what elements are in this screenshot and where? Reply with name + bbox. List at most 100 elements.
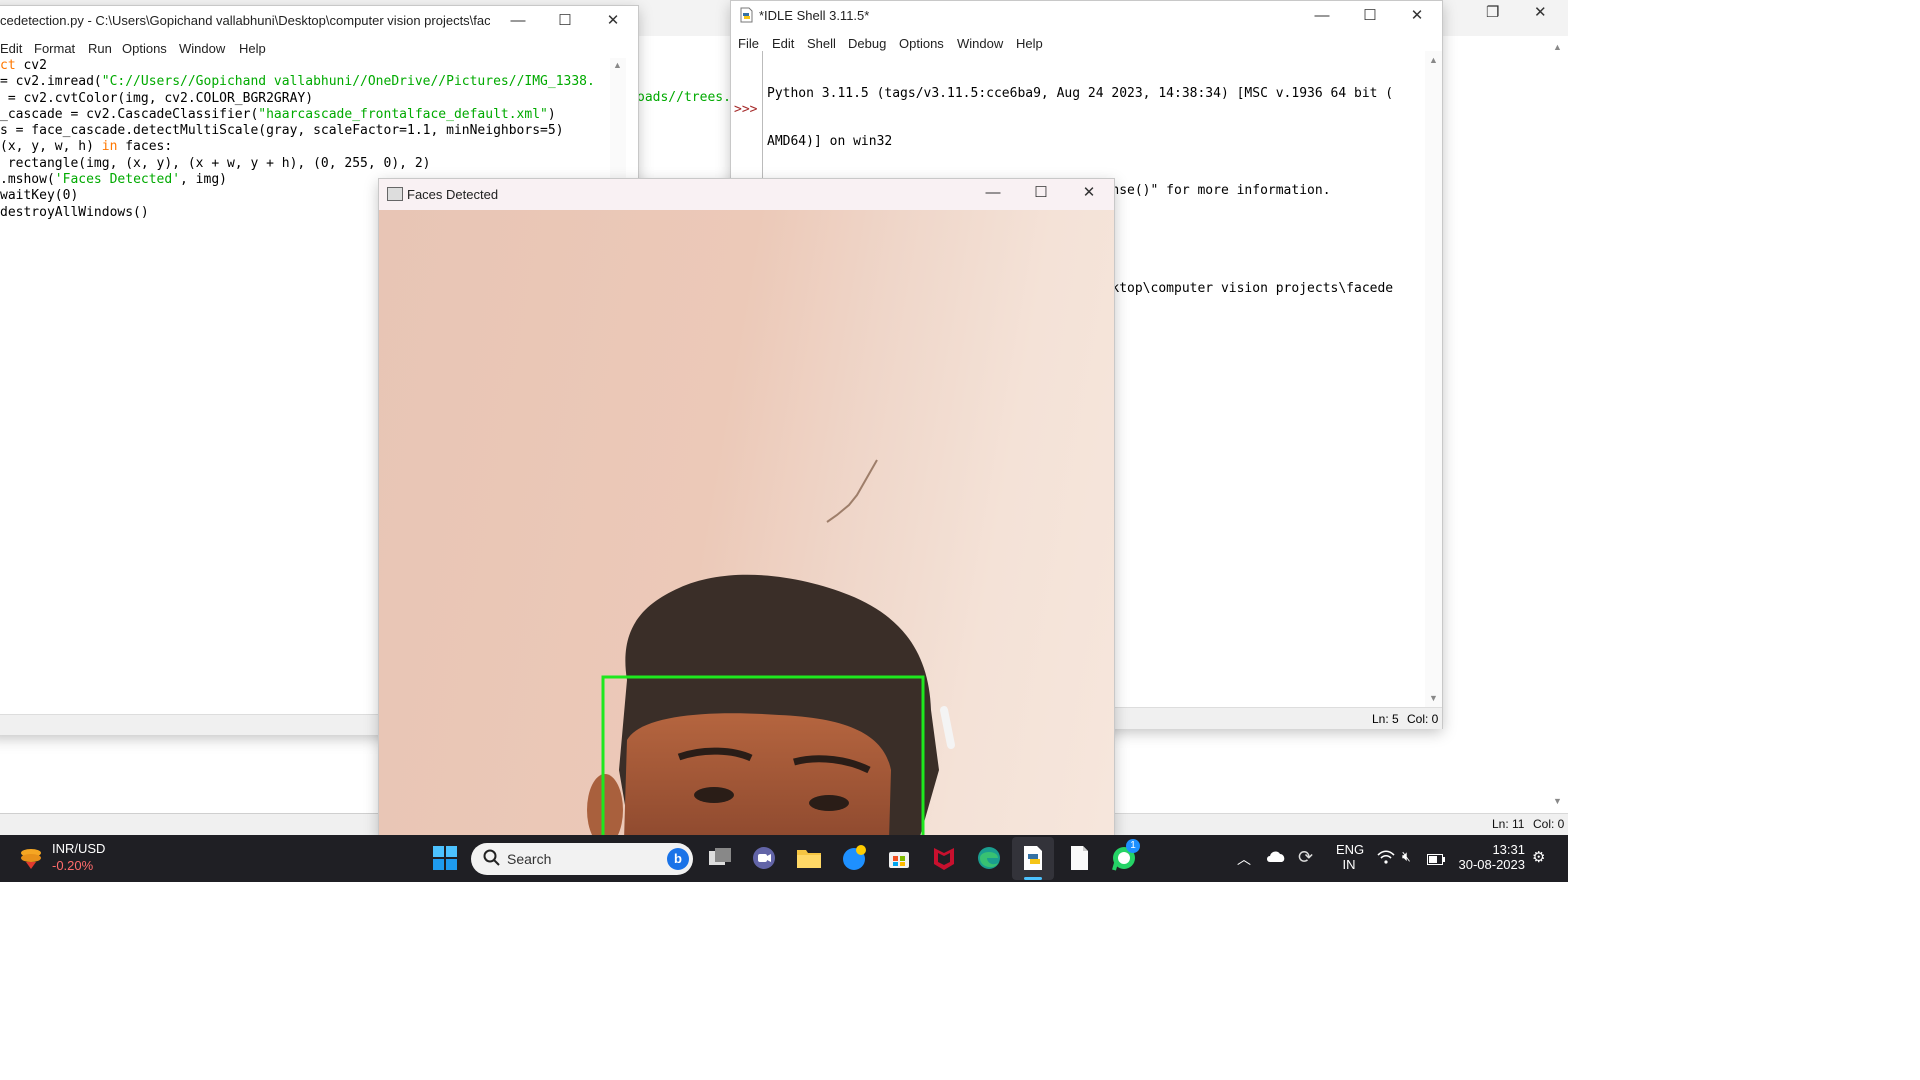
minimize-icon[interactable]: — bbox=[1309, 5, 1335, 27]
window-title: cedetection.py - C:\Users\Gopichand vall… bbox=[0, 13, 490, 28]
active-indicator bbox=[1024, 877, 1042, 880]
code-line: _cascade = cv2.CascadeClassifier("haarca… bbox=[0, 107, 610, 123]
search-icon bbox=[483, 849, 501, 872]
code-token: , img) bbox=[180, 172, 227, 188]
volume-muted-icon[interactable]: 🔇︎ bbox=[1402, 848, 1411, 865]
background-scrollbar[interactable]: ▲ ▼ bbox=[1549, 40, 1568, 810]
code-line: s = face_cascade.detectMultiScale(gray, … bbox=[0, 123, 610, 139]
menu-options[interactable]: Options bbox=[122, 41, 167, 56]
code-token: = cv2.cvtColor(img, cv2.COLOR_BGR2GRAY) bbox=[0, 90, 314, 106]
menu-edit[interactable]: Edit bbox=[0, 41, 22, 56]
notification-badge: 1 bbox=[1126, 839, 1140, 853]
scroll-up-icon[interactable]: ▲ bbox=[1429, 55, 1438, 65]
close-icon[interactable]: ✕ bbox=[1534, 3, 1547, 21]
region-code: IN bbox=[1342, 857, 1356, 872]
wifi-icon[interactable] bbox=[1377, 850, 1395, 869]
task-view-icon[interactable] bbox=[706, 844, 734, 872]
code-token: s = face_cascade.detectMultiScale(gray, … bbox=[0, 123, 564, 139]
close-icon[interactable]: ✕ bbox=[600, 10, 626, 32]
code-line: = cv2.cvtColor(img, cv2.COLOR_BGR2GRAY) bbox=[0, 91, 610, 107]
teams-icon[interactable] bbox=[750, 844, 778, 872]
code-token: faces: bbox=[117, 139, 173, 155]
window-title: Faces Detected bbox=[407, 187, 499, 202]
menu-format[interactable]: Format bbox=[34, 41, 75, 56]
scroll-down-icon[interactable]: ▼ bbox=[1553, 796, 1562, 806]
python-icon bbox=[738, 7, 754, 23]
scroll-up-icon[interactable]: ▲ bbox=[1553, 42, 1562, 52]
partial-line bbox=[637, 138, 737, 154]
code-line: ct cv2 bbox=[0, 58, 610, 74]
shell-prompt: >>> bbox=[734, 102, 758, 117]
menu-shell[interactable]: Shell bbox=[807, 36, 836, 51]
shell-scrollbar[interactable]: ▲ ▼ bbox=[1425, 51, 1442, 707]
minimize-icon[interactable]: — bbox=[505, 10, 531, 32]
menu-window[interactable]: Window bbox=[957, 36, 1003, 51]
notepad-icon[interactable] bbox=[1065, 844, 1093, 872]
code-token: destroyAllWindows() bbox=[0, 204, 149, 220]
shell-menubar: File Edit Shell Debug Options Window Hel… bbox=[731, 33, 1442, 55]
menu-file[interactable]: File bbox=[738, 36, 759, 51]
start-icon[interactable] bbox=[431, 844, 459, 872]
menu-debug[interactable]: Debug bbox=[848, 36, 886, 51]
language-indicator[interactable]: ENG IN bbox=[1336, 842, 1365, 872]
column-indicator: Col: 0 bbox=[1407, 712, 1439, 726]
close-icon[interactable]: ✕ bbox=[1076, 182, 1102, 204]
partial-line: oads//trees. bbox=[637, 89, 731, 105]
code-token: = cv2.imread( bbox=[0, 74, 102, 90]
faces-titlebar[interactable]: Faces Detected — ☐ ✕ bbox=[379, 179, 1114, 210]
maximize-icon[interactable]: ☐ bbox=[1357, 5, 1383, 27]
faces-detected-window[interactable]: Faces Detected — ☐ ✕ bbox=[379, 179, 1114, 839]
background-panel bbox=[0, 734, 380, 814]
chevron-up-icon[interactable]: ︿ bbox=[1237, 849, 1251, 869]
bing-icon[interactable]: b bbox=[667, 848, 689, 870]
app-window-icon bbox=[387, 187, 403, 201]
search-box[interactable]: Search b bbox=[471, 843, 693, 875]
edge-icon[interactable] bbox=[975, 844, 1003, 872]
code-token: 'Faces Detected' bbox=[54, 172, 181, 188]
scroll-down-icon[interactable]: ▼ bbox=[1429, 693, 1438, 703]
maximize-icon[interactable]: ☐ bbox=[552, 10, 578, 32]
code-token: cv2 bbox=[15, 58, 47, 73]
menu-help[interactable]: Help bbox=[1016, 36, 1043, 51]
search-placeholder: Search bbox=[507, 851, 552, 867]
editor-menubar: Edit Format Run Options Window Help bbox=[0, 38, 638, 60]
close-icon[interactable]: ✕ bbox=[1404, 5, 1430, 27]
minimize-icon[interactable]: — bbox=[980, 182, 1006, 204]
notification-settings-icon[interactable]: ⚙ bbox=[1532, 848, 1545, 866]
line-indicator: Ln: 5 bbox=[1372, 712, 1399, 726]
menu-window[interactable]: Window bbox=[179, 41, 225, 56]
code-token: ) bbox=[547, 106, 556, 122]
file-explorer-icon[interactable] bbox=[795, 844, 823, 872]
battery-icon[interactable] bbox=[1427, 852, 1445, 870]
shell-titlebar[interactable]: *IDLE Shell 3.11.5* — ☐ ✕ bbox=[731, 1, 1442, 31]
shell-line: AMD64)] on win32 bbox=[767, 134, 893, 150]
clock[interactable]: 13:31 30-08-2023 bbox=[1455, 842, 1526, 872]
code-line: rectangle(img, (x, y), (x + w, y + h), (… bbox=[0, 156, 610, 172]
restore-icon[interactable]: ❐ bbox=[1486, 3, 1499, 21]
onedrive-icon[interactable] bbox=[1266, 849, 1286, 868]
menu-edit[interactable]: Edit bbox=[772, 36, 794, 51]
code-token: "C://Users//Gopichand vallabhuni//OneDri… bbox=[101, 74, 595, 90]
scroll-up-icon[interactable]: ▲ bbox=[613, 60, 622, 70]
detected-image bbox=[379, 210, 1114, 839]
currency-widget-icon[interactable] bbox=[18, 845, 44, 871]
sync-icon[interactable]: ⟳ bbox=[1298, 847, 1313, 868]
time-text: 13:31 bbox=[1492, 842, 1525, 857]
menu-run[interactable]: Run bbox=[88, 41, 112, 56]
shell-line: Python 3.11.5 (tags/v3.11.5:cce6ba9, Aug… bbox=[767, 85, 1394, 101]
microsoft-store-icon[interactable] bbox=[885, 844, 913, 872]
browser-icon[interactable] bbox=[840, 844, 868, 872]
menu-help[interactable]: Help bbox=[239, 41, 266, 56]
language-code: ENG bbox=[1336, 842, 1365, 857]
idle-icon[interactable] bbox=[1019, 844, 1047, 872]
editor-titlebar[interactable]: cedetection.py - C:\Users\Gopichand vall… bbox=[0, 6, 638, 36]
date-text: 30-08-2023 bbox=[1458, 857, 1526, 872]
widget-change: -0.20% bbox=[52, 858, 94, 873]
code-token: _cascade = cv2.CascadeClassifier( bbox=[0, 106, 259, 122]
menu-options[interactable]: Options bbox=[899, 36, 944, 51]
widget-label[interactable]: INR/USD bbox=[52, 841, 105, 856]
photo-drawing bbox=[587, 459, 955, 839]
mcafee-icon[interactable] bbox=[930, 844, 958, 872]
code-token: .mshow( bbox=[0, 172, 55, 188]
maximize-icon[interactable]: ☐ bbox=[1028, 182, 1054, 204]
